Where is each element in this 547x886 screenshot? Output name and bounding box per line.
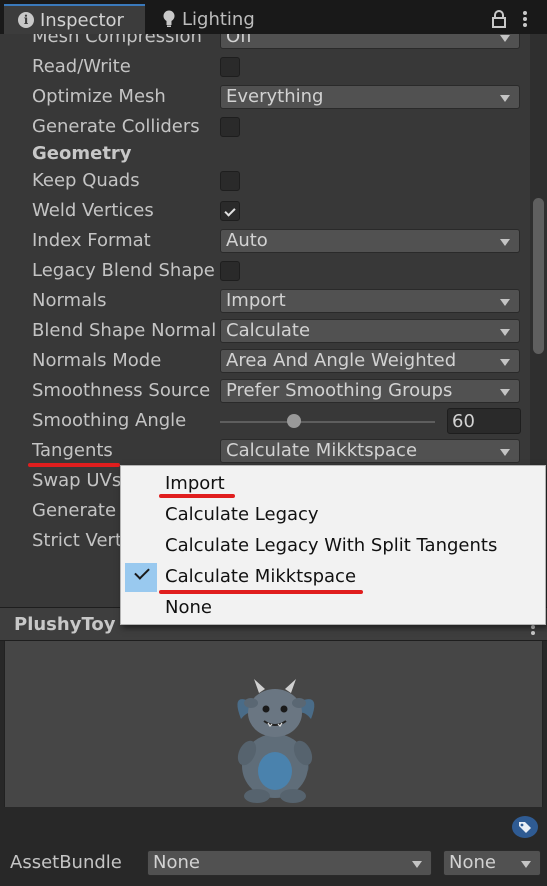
row-index-format: Index Format Auto <box>0 227 530 257</box>
preview-title: PlushyToy <box>14 614 116 635</box>
normals-dropdown[interactable]: Import <box>220 289 520 313</box>
row-smoothing-angle: Smoothing Angle 60 <box>0 407 530 437</box>
tab-inspector-label: Inspector <box>40 9 124 31</box>
row-generate-colliders: Generate Colliders <box>0 113 530 143</box>
dropdown-arrow-icon <box>500 239 510 246</box>
menu-item-label: Calculate Mikktspace <box>165 566 357 587</box>
tab-lighting[interactable]: Lighting <box>148 4 278 34</box>
read-write-label: Read/Write <box>32 56 131 77</box>
smoothing-angle-slider-track[interactable] <box>220 421 435 423</box>
index-format-label: Index Format <box>32 230 151 251</box>
model-preview[interactable] <box>4 641 543 807</box>
dropdown-arrow-icon <box>500 329 510 336</box>
menu-item-label: None <box>165 597 212 618</box>
smoothing-angle-value: 60 <box>452 411 475 432</box>
assetbundle-variant-value: None <box>449 852 496 873</box>
smoothing-angle-field[interactable]: 60 <box>447 408 521 434</box>
lock-icon[interactable] <box>490 9 508 29</box>
assetbundle-variant-dropdown[interactable]: None <box>443 850 541 876</box>
mesh-compression-value: Off <box>226 34 253 47</box>
dropdown-arrow-icon <box>500 449 510 456</box>
info-icon: i <box>18 12 34 28</box>
keep-quads-checkbox[interactable] <box>220 171 240 191</box>
row-keep-quads: Keep Quads <box>0 167 530 197</box>
index-format-dropdown[interactable]: Auto <box>220 229 520 253</box>
weld-vertices-label: Weld Vertices <box>32 200 154 221</box>
legacy-blend-shape-label: Legacy Blend Shape <box>32 260 215 281</box>
assetbundle-name-dropdown[interactable]: None <box>147 850 432 876</box>
more-options-icon[interactable] <box>522 10 528 28</box>
menu-item-calculate-mikktspace[interactable]: Calculate Mikktspace <box>121 562 545 593</box>
tab-lighting-label: Lighting <box>182 8 255 30</box>
smoothness-source-label: Smoothness Source <box>32 380 211 401</box>
normals-mode-dropdown[interactable]: Area And Angle Weighted <box>220 349 520 373</box>
menu-item-none[interactable]: None <box>121 593 545 624</box>
tab-bar: i Inspector Lighting <box>0 0 547 34</box>
smoothing-angle-label: Smoothing Angle <box>32 410 187 431</box>
row-read-write: Read/Write <box>0 53 530 83</box>
scrollbar-thumb[interactable] <box>533 198 544 354</box>
optimize-mesh-label: Optimize Mesh <box>32 86 166 107</box>
annotation-underline-mikktspace <box>159 590 363 594</box>
optimize-mesh-value: Everything <box>226 86 324 107</box>
blend-shape-normals-dropdown[interactable]: Calculate <box>220 319 520 343</box>
dropdown-arrow-icon <box>412 861 422 868</box>
dropdown-arrow-icon <box>500 35 510 42</box>
row-legacy-blend-shape: Legacy Blend Shape <box>0 257 530 287</box>
row-weld-vertices: Weld Vertices <box>0 197 530 227</box>
tag-icon[interactable] <box>512 816 538 838</box>
row-normals: Normals Import <box>0 287 530 317</box>
dropdown-arrow-icon <box>500 389 510 396</box>
smoothness-source-dropdown[interactable]: Prefer Smoothing Groups <box>220 379 520 403</box>
menu-item-label: Import <box>165 473 225 494</box>
dropdown-arrow-icon <box>500 359 510 366</box>
menu-item-label: Calculate Legacy With Split Tangents <box>165 535 498 556</box>
tangents-dropdown[interactable]: Calculate Mikktspace <box>220 439 520 463</box>
annotation-underline-tangents <box>28 463 120 467</box>
plushy-toy-model-image <box>237 679 315 803</box>
row-smoothness-source: Smoothness Source Prefer Smoothing Group… <box>0 377 530 407</box>
dropdown-arrow-icon <box>500 299 510 306</box>
annotation-underline-import <box>159 494 235 498</box>
tangents-value: Calculate Mikktspace <box>226 440 418 461</box>
smoothness-source-value: Prefer Smoothing Groups <box>226 380 453 401</box>
dropdown-arrow-icon <box>521 861 531 868</box>
optimize-mesh-dropdown[interactable]: Everything <box>220 85 520 109</box>
generate-colliders-label: Generate Colliders <box>32 116 200 137</box>
assetbundle-name-value: None <box>153 852 200 873</box>
row-optimize-mesh: Optimize Mesh Everything <box>0 83 530 113</box>
row-blend-shape-normals: Blend Shape Normals Calculate <box>0 317 530 347</box>
index-format-value: Auto <box>226 230 268 251</box>
blend-shape-normals-value: Calculate <box>226 320 311 341</box>
menu-item-label: Calculate Legacy <box>165 504 319 525</box>
tangents-popup-menu: Import Calculate Legacy Calculate Legacy… <box>120 465 546 625</box>
normals-mode-value: Area And Angle Weighted <box>226 350 457 371</box>
menu-item-calculate-legacy-split[interactable]: Calculate Legacy With Split Tangents <box>121 531 545 562</box>
mesh-compression-label: Mesh Compression <box>32 34 202 47</box>
normals-value: Import <box>226 290 286 311</box>
keep-quads-label: Keep Quads <box>32 170 140 191</box>
weld-vertices-checkbox[interactable] <box>220 201 240 221</box>
geometry-section-header: Geometry <box>32 143 132 164</box>
legacy-blend-shape-checkbox[interactable] <box>220 261 240 281</box>
row-normals-mode: Normals Mode Area And Angle Weighted <box>0 347 530 377</box>
checkmark-icon <box>224 205 236 217</box>
read-write-checkbox[interactable] <box>220 57 240 77</box>
normals-label: Normals <box>32 290 107 311</box>
tangents-label: Tangents <box>32 440 113 461</box>
dropdown-arrow-icon <box>500 95 510 102</box>
assetbundle-label: AssetBundle <box>10 852 122 873</box>
light-bulb-icon <box>163 10 175 27</box>
menu-item-calculate-legacy[interactable]: Calculate Legacy <box>121 500 545 531</box>
row-geometry-header: Geometry <box>0 140 530 170</box>
generate-colliders-checkbox[interactable] <box>220 117 240 137</box>
blend-shape-normals-label: Blend Shape Normals <box>32 320 216 341</box>
mesh-compression-dropdown[interactable]: Off <box>220 34 520 49</box>
normals-mode-label: Normals Mode <box>32 350 162 371</box>
smoothing-angle-slider-handle[interactable] <box>287 414 301 428</box>
row-mesh-compression: Mesh Compression Off <box>0 34 530 53</box>
tab-inspector[interactable]: i Inspector <box>4 4 145 34</box>
